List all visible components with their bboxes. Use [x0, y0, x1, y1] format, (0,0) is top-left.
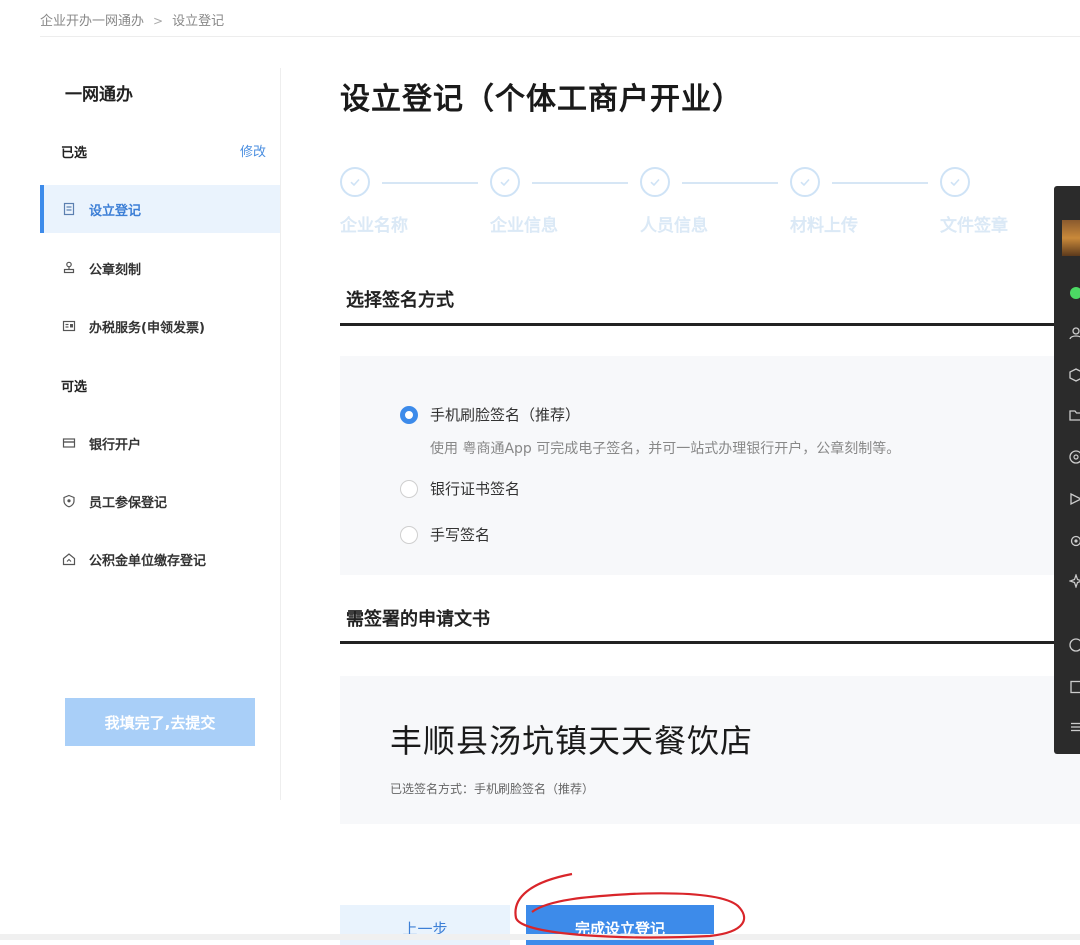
radio-face-signature[interactable]: 手机刷脸签名（推荐） — [400, 404, 580, 425]
step-check-icon — [640, 167, 670, 197]
sidebar-item-label: 公积金单位缴存登记 — [89, 550, 206, 569]
section-divider — [340, 641, 1055, 644]
signature-section-title: 选择签名方式 — [346, 286, 454, 312]
step-label: 企业信息 — [490, 211, 558, 236]
sidebar-item-bank-account[interactable]: 银行开户 — [40, 419, 280, 467]
step-check-icon — [940, 167, 970, 197]
cube-icon[interactable] — [1069, 368, 1080, 382]
avatar[interactable] — [1062, 220, 1080, 256]
step-label: 文件签章 — [940, 211, 1008, 236]
section-divider — [340, 323, 1055, 326]
folder-icon[interactable] — [1069, 408, 1080, 422]
floating-toolbar — [1054, 186, 1080, 754]
chat-bubble-icon[interactable] — [1069, 286, 1080, 300]
recommend-description: 使用 粤商通App 可完成电子签名，并可一站式办理银行开户，公章刻制等。 — [430, 438, 900, 458]
sidebar-item-seal-engraving[interactable]: 公章刻制 — [40, 244, 280, 292]
house-icon — [62, 552, 76, 566]
aperture-icon[interactable] — [1069, 450, 1080, 464]
document-icon — [62, 202, 76, 216]
company-name: 丰顺县汤坑镇天天餐饮店 — [390, 716, 753, 762]
sidebar-section-optional: 可选 — [61, 376, 87, 395]
sidebar-title: 一网通办 — [65, 80, 133, 105]
step-check-icon — [790, 167, 820, 197]
submit-button[interactable]: 我填完了,去提交 — [65, 698, 255, 746]
radio-handwritten[interactable]: 手写签名 — [400, 524, 490, 545]
device-icon[interactable] — [1069, 680, 1080, 694]
breadcrumb-separator: > — [153, 14, 163, 28]
radio-bank-certificate[interactable]: 银行证书签名 — [400, 478, 520, 499]
sidebar-item-label: 公章刻制 — [89, 259, 141, 278]
radio-label: 手写签名 — [430, 524, 490, 545]
menu-icon[interactable] — [1069, 720, 1080, 734]
shield-icon — [62, 494, 76, 508]
sidebar-section-required: 已选 — [61, 142, 87, 161]
sidebar-item-label: 员工参保登记 — [89, 492, 167, 511]
step-connector — [682, 182, 778, 184]
step-connector — [532, 182, 628, 184]
sidebar-item-tax-service[interactable]: 办税服务(申领发票) — [40, 302, 280, 350]
page-title: 设立登记（个体工商户开业） — [340, 74, 743, 118]
step-connector — [382, 182, 478, 184]
step-label: 企业名称 — [340, 211, 408, 236]
document-panel: 丰顺县汤坑镇天天餐饮店 已选签名方式：手机刷脸签名（推荐） — [340, 676, 1080, 824]
breadcrumb-home-link[interactable]: 企业开办一网通办 — [40, 14, 144, 29]
step-connector — [832, 182, 928, 184]
sidebar-item-label: 设立登记 — [89, 200, 141, 219]
documents-section-title: 需签署的申请文书 — [346, 605, 490, 631]
edit-link[interactable]: 修改 — [240, 141, 266, 160]
phone-icon[interactable] — [1069, 638, 1080, 652]
breadcrumb-current: 设立登记 — [172, 14, 224, 29]
step-label: 人员信息 — [640, 211, 708, 236]
step-label: 材料上传 — [790, 211, 858, 236]
sidebar-item-employee-insurance[interactable]: 员工参保登记 — [40, 477, 280, 525]
sidebar-item-label: 办税服务(申领发票) — [89, 317, 205, 336]
signature-options-panel: 手机刷脸签名（推荐） 使用 粤商通App 可完成电子签名，并可一站式办理银行开户… — [340, 356, 1080, 575]
sidebar-item-housing-fund[interactable]: 公积金单位缴存登记 — [40, 535, 280, 583]
bookmark-icon[interactable] — [1069, 492, 1080, 506]
step-check-icon — [340, 167, 370, 197]
bottom-scrollbar-track — [0, 934, 1080, 940]
selected-signature-method: 已选签名方式：手机刷脸签名（推荐） — [390, 780, 594, 797]
user-icon[interactable] — [1069, 326, 1080, 340]
tax-card-icon — [62, 319, 76, 333]
radio-label: 银行证书签名 — [430, 478, 520, 499]
sparkle-icon[interactable] — [1069, 574, 1080, 588]
bank-card-icon — [62, 436, 76, 450]
radio-checked-icon — [400, 406, 418, 424]
sidebar: 一网通办 已选 修改 设立登记 公章刻制 办税服务(申领发票) 可选 银行开户 … — [40, 68, 281, 800]
radio-label: 手机刷脸签名（推荐） — [430, 404, 580, 425]
sidebar-item-label: 银行开户 — [89, 434, 141, 453]
breadcrumb: 企业开办一网通办 > 设立登记 — [40, 10, 224, 29]
header-divider — [40, 36, 1080, 37]
radio-unchecked-icon — [400, 480, 418, 498]
gear-icon[interactable] — [1069, 534, 1080, 548]
radio-unchecked-icon — [400, 526, 418, 544]
stamp-icon — [62, 261, 76, 275]
step-check-icon — [490, 167, 520, 197]
sidebar-item-establish-registration[interactable]: 设立登记 — [40, 185, 280, 233]
